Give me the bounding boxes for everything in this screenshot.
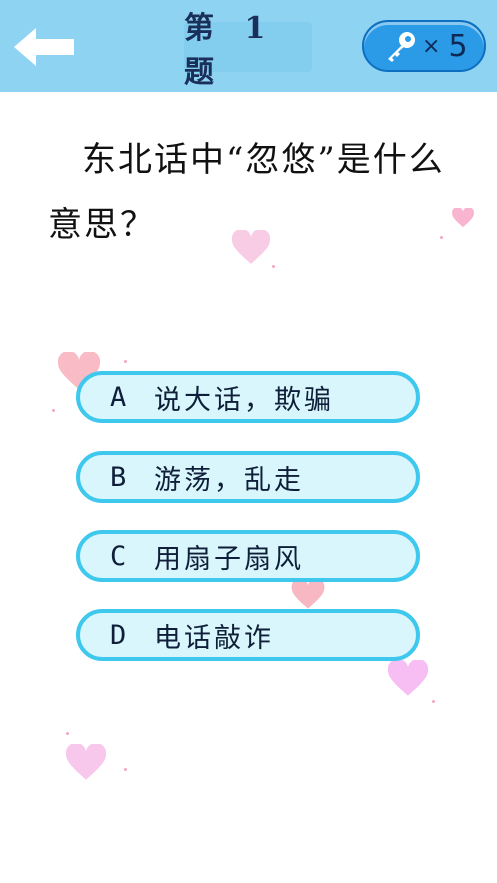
question-text: 东北话中“忽悠”是什么意思？	[48, 140, 445, 245]
option-text: 说大话，欺骗	[154, 384, 334, 416]
multiply-sign: ×	[422, 33, 441, 59]
top-bar: 第 1 题 × 5	[0, 0, 497, 92]
option-letter: A	[110, 381, 127, 413]
question-number-title: 第 1 题	[184, 11, 312, 90]
key-counter-button[interactable]: × 5	[362, 20, 486, 72]
option-text: 电话敲诈	[154, 622, 274, 654]
heart-icon	[388, 660, 428, 696]
option-c-button[interactable]: C 用扇子扇风	[76, 530, 420, 582]
key-icon	[388, 32, 415, 62]
option-a-button[interactable]: A 说大话，欺骗	[76, 371, 420, 423]
heart-icon	[291, 580, 325, 609]
key-count: 5	[448, 28, 468, 64]
option-text: 游荡，乱走	[154, 464, 304, 496]
option-d-button[interactable]: D 电话敲诈	[76, 609, 420, 661]
back-arrow-icon[interactable]	[12, 26, 76, 68]
option-letter: B	[110, 461, 127, 493]
option-text: 用扇子扇风	[154, 543, 304, 575]
option-b-button[interactable]: B 游荡，乱走	[76, 451, 420, 503]
option-letter: D	[110, 619, 127, 651]
option-letter: C	[110, 540, 127, 572]
heart-icon	[66, 744, 106, 780]
